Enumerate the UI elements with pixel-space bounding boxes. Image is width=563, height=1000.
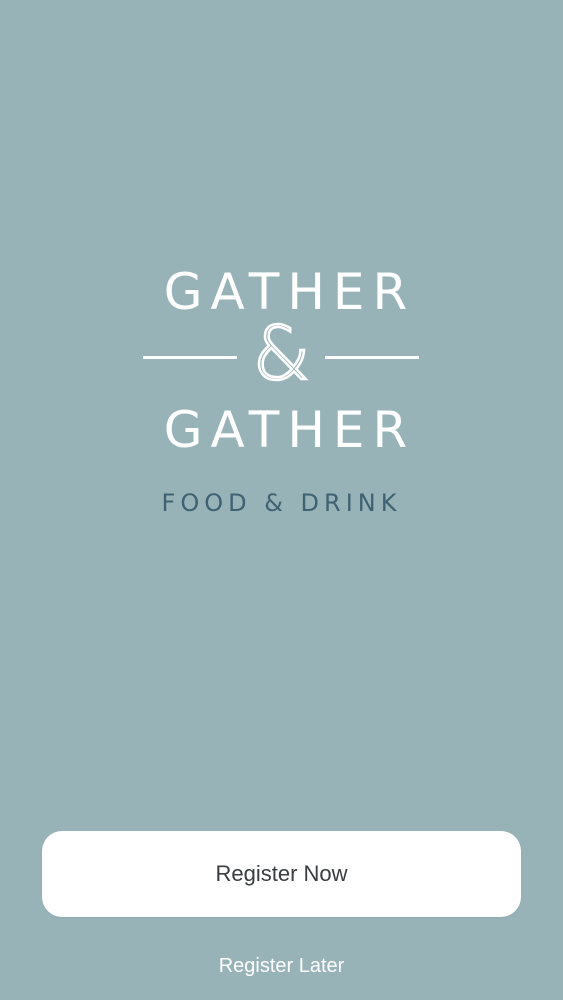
logo-rule-right bbox=[325, 356, 419, 359]
logo-wordmark-top: GATHER bbox=[163, 263, 416, 321]
register-later-link[interactable]: Register Later bbox=[0, 955, 563, 978]
logo-ampersand-glyph: & bbox=[251, 311, 311, 397]
register-now-button[interactable]: Register Now bbox=[42, 831, 521, 917]
logo-ampersand: & bbox=[0, 311, 563, 397]
brand-tagline: FOOD & DRINK bbox=[161, 489, 402, 517]
logo-wordmark-bottom: GATHER bbox=[163, 401, 416, 459]
